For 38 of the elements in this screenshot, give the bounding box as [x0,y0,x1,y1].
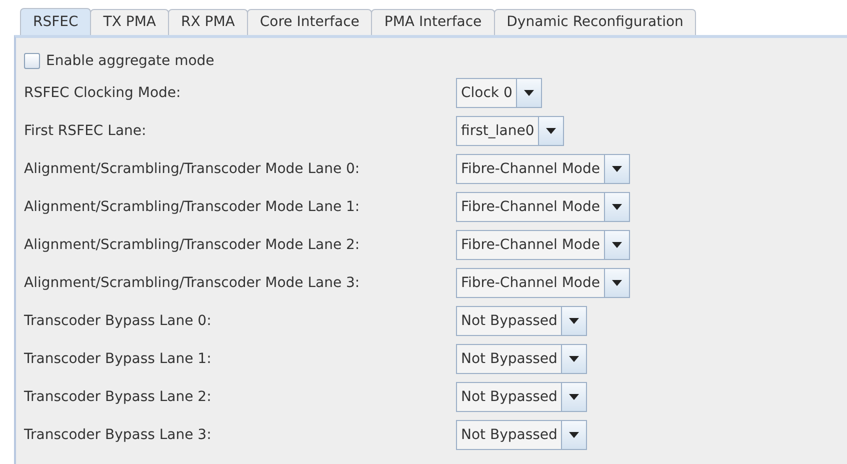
setting-label: Alignment/Scrambling/Transcoder Mode Lane 3: [24,275,361,291]
dropdown[interactable]: Not Bypassed [456,306,588,336]
setting-label: Alignment/Scrambling/Transcoder Mode Lane 0: [24,161,361,177]
tab[interactable]: RX PMA [168,9,248,35]
dropdown-arrow-icon [569,394,580,400]
tab[interactable]: Core Interface [246,9,372,35]
dropdown[interactable]: Fibre-Channel Mode [456,154,630,184]
checkbox-label: Enable aggregate mode [46,53,214,69]
setting-label: Transcoder Bypass Lane 1: [24,351,212,367]
checkbox[interactable] [24,53,40,69]
dropdown[interactable]: Not Bypassed [456,344,588,374]
tab[interactable]: TX PMA [90,9,169,35]
dropdown-arrow-icon [612,204,622,210]
setting-label: Transcoder Bypass Lane 0: [24,313,212,329]
dropdown-arrow-icon [612,280,622,286]
dropdown[interactable]: Fibre-Channel Mode [456,268,630,298]
setting-label: RSFEC Clocking Mode: [24,85,182,101]
tab[interactable]: PMA Interface [371,9,495,35]
dropdown-arrow-icon [546,128,556,134]
dropdown-arrow-icon [612,242,622,248]
setting-label: Alignment/Scrambling/Transcoder Mode Lane 1: [24,199,361,215]
dropdown[interactable]: Fibre-Channel Mode [456,192,630,222]
tab[interactable]: RSFEC [20,8,92,35]
dropdown[interactable]: Clock 0 [456,78,542,108]
setting-label: Alignment/Scrambling/Transcoder Mode Lane 2: [24,237,361,253]
dropdown[interactable]: first_lane0 [456,116,564,146]
setting-label: Transcoder Bypass Lane 3: [24,427,212,443]
dropdown-arrow-icon [524,90,534,96]
dropdown-arrow-icon [569,318,580,324]
setting-label: Transcoder Bypass Lane 2: [24,389,212,405]
dropdown[interactable]: Fibre-Channel Mode [456,230,630,260]
dropdown[interactable]: Not Bypassed [456,382,588,412]
dropdown-arrow-icon [569,356,580,362]
setting-label: First RSFEC Lane: [24,123,148,139]
tab[interactable]: Dynamic Reconfiguration [494,9,696,35]
dropdown-arrow-icon [569,432,580,438]
dropdown-arrow-icon [612,166,622,172]
dropdown[interactable]: Not Bypassed [456,420,588,450]
